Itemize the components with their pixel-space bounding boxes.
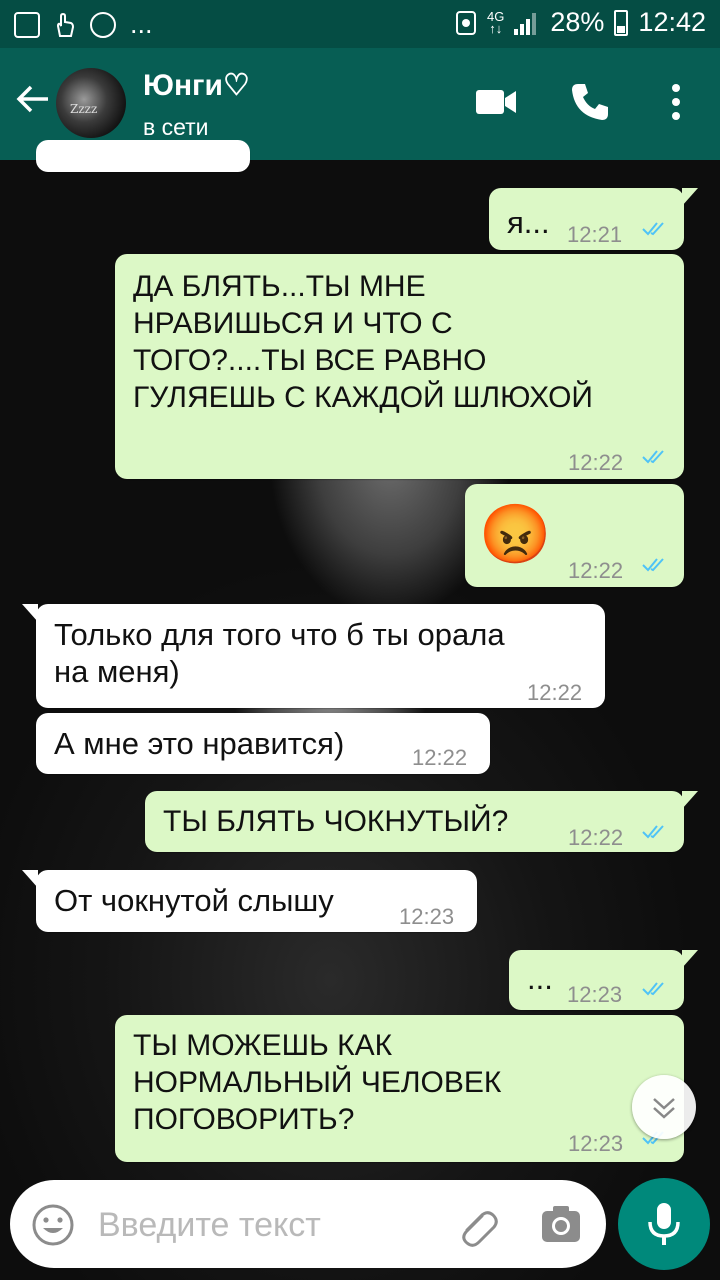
paperclip-icon[interactable] (452, 1202, 500, 1250)
more-vert-icon[interactable] (652, 78, 700, 126)
message-bubble-outgoing[interactable]: ТЫ БЛЯТЬ ЧОКНУТЫЙ? 12:22 (145, 791, 698, 852)
signal-icon (514, 11, 540, 35)
contact-name[interactable]: Юнги♡ (143, 68, 250, 103)
read-ticks-icon (642, 450, 664, 464)
message-text: ДА БЛЯТЬ...ТЫ МНЕ НРАВИШЬСЯ И ЧТО С ТОГО… (133, 270, 593, 414)
status-bar: ... 4G ↑↓ 28% 12:42 (0, 0, 720, 48)
angry-face-emoji: 😡 (479, 502, 552, 567)
message-time: 12:23 (567, 982, 623, 1007)
message-text: я... (507, 205, 550, 240)
data-saver-icon (456, 10, 477, 35)
read-ticks-icon (642, 558, 664, 572)
message-bubble-outgoing[interactable]: ДА БЛЯТЬ...ТЫ МНЕ НРАВИШЬСЯ И ЧТО С ТОГО… (115, 254, 684, 479)
account-notification-icon (90, 11, 116, 38)
message-time: 12:22 (412, 745, 468, 770)
gallery-notification-icon (14, 11, 40, 38)
message-text: ... (527, 961, 553, 996)
network-type: 4G ↑↓ (487, 8, 505, 36)
message-text: От чокнутой слышу (54, 883, 334, 918)
emoji-icon[interactable] (30, 1202, 76, 1248)
status-time: 12:42 (638, 7, 706, 37)
message-bubble-outgoing[interactable]: 😡 12:22 (465, 484, 684, 587)
status-dots: ... (130, 9, 153, 39)
arrow-left-icon[interactable] (14, 78, 50, 128)
video-call-icon[interactable] (472, 78, 520, 126)
hand-notification-icon (56, 12, 75, 37)
message-bubble-partial (36, 140, 250, 172)
read-ticks-icon (642, 982, 664, 996)
message-time: 12:23 (568, 1131, 624, 1156)
double-chevron-down-icon (653, 1098, 675, 1119)
contact-status: в сети (143, 114, 209, 140)
message-time: 12:22 (568, 450, 624, 475)
message-bubble-incoming[interactable]: От чокнутой слышу 12:23 (22, 870, 477, 932)
message-time: 12:22 (568, 558, 624, 583)
message-bubble-incoming[interactable]: А мне это нравится) 12:22 (36, 713, 490, 774)
read-ticks-icon (642, 222, 664, 236)
battery-percent: 28% (550, 7, 605, 37)
phone-icon[interactable] (566, 78, 614, 126)
message-bubble-outgoing[interactable]: ... 12:23 (509, 950, 698, 1010)
message-input[interactable] (96, 1198, 420, 1252)
message-text: ТЫ МОЖЕШЬ КАК НОРМАЛЬНЫЙ ЧЕЛОВЕК ПОГОВОР… (133, 1029, 502, 1136)
message-bubble-outgoing[interactable]: я... 12:21 (489, 188, 698, 250)
scroll-to-bottom-button[interactable] (632, 1075, 696, 1139)
message-bubble-incoming[interactable]: Только для того что б ты орала на меня) … (22, 604, 605, 708)
avatar[interactable]: Zzzz (56, 68, 126, 138)
message-time: 12:22 (527, 680, 583, 705)
message-time: 12:22 (568, 825, 624, 850)
message-composer (10, 1180, 606, 1268)
message-text: Только для того что б ты орала на меня) (54, 617, 505, 689)
message-time: 12:21 (567, 222, 623, 247)
read-ticks-icon (642, 825, 664, 839)
microphone-icon (648, 1203, 680, 1245)
mic-button[interactable] (618, 1178, 710, 1270)
message-text: ТЫ БЛЯТЬ ЧОКНУТЫЙ? (163, 805, 509, 838)
message-text: А мне это нравится) (54, 726, 345, 761)
battery-icon (614, 9, 629, 36)
camera-icon[interactable] (540, 1204, 582, 1244)
message-time: 12:23 (399, 904, 455, 929)
message-bubble-outgoing[interactable]: ТЫ МОЖЕШЬ КАК НОРМАЛЬНЫЙ ЧЕЛОВЕК ПОГОВОР… (115, 1015, 684, 1162)
